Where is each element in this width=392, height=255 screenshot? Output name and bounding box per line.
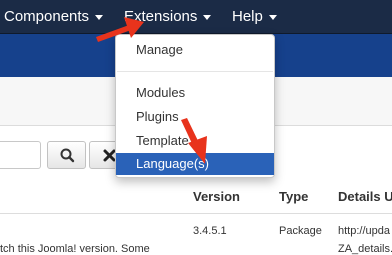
- red-arrow-annotation: [181, 118, 207, 164]
